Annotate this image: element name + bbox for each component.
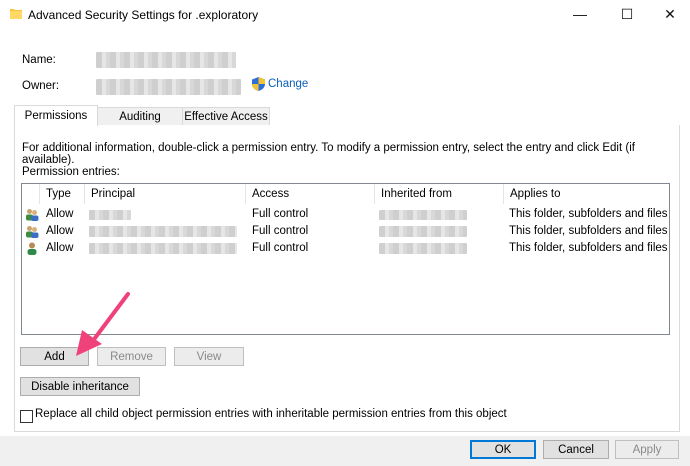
row-type: Allow	[46, 242, 74, 254]
table-row[interactable]: Allow Full control This folder, subfolde…	[22, 223, 669, 240]
inherited-from-redacted	[379, 210, 467, 220]
table-row[interactable]: Allow Full control This folder, subfolde…	[22, 240, 669, 257]
principal-redacted	[89, 210, 131, 220]
info-text: For additional information, double-click…	[22, 142, 635, 166]
title-bar: Advanced Security Settings for .explorat…	[0, 0, 690, 30]
group-users-icon	[26, 226, 39, 238]
row-applies-to: This folder, subfolders and files	[509, 208, 668, 220]
cancel-button[interactable]: Cancel	[543, 440, 609, 459]
column-header-inherited-from[interactable]: Inherited from	[375, 184, 504, 204]
row-applies-to: This folder, subfolders and files	[509, 225, 668, 237]
tab-auditing[interactable]: Auditing	[97, 107, 183, 126]
principal-redacted	[89, 226, 237, 237]
group-users-icon	[26, 209, 39, 221]
column-header-principal[interactable]: Principal	[85, 184, 246, 204]
owner-value-redacted	[96, 79, 241, 95]
disable-inheritance-button[interactable]: Disable inheritance	[20, 377, 140, 396]
principal-redacted	[89, 243, 237, 254]
replace-child-permissions-label: Replace all child object permission entr…	[35, 408, 507, 420]
row-access: Full control	[252, 225, 309, 237]
tab-permissions[interactable]: Permissions	[14, 105, 98, 126]
column-header-icon	[22, 184, 40, 204]
column-header-type[interactable]: Type	[40, 184, 85, 204]
table-row[interactable]: Allow Full control This folder, subfolde…	[22, 206, 669, 223]
user-icon	[27, 242, 37, 255]
row-access: Full control	[252, 208, 309, 220]
change-owner-link[interactable]: Change	[268, 78, 308, 90]
replace-child-permissions-checkbox[interactable]	[20, 410, 33, 423]
uac-shield-icon	[252, 77, 265, 91]
folder-icon	[10, 9, 22, 19]
row-applies-to: This folder, subfolders and files	[509, 242, 668, 254]
name-value-redacted	[96, 52, 236, 68]
row-access: Full control	[252, 242, 309, 254]
ok-button[interactable]: OK	[470, 440, 536, 459]
owner-label: Owner:	[22, 80, 60, 92]
maximize-button[interactable]: ☐	[617, 4, 637, 24]
minimize-button[interactable]: —	[570, 4, 590, 24]
apply-button[interactable]: Apply	[615, 440, 679, 459]
inherited-from-redacted	[379, 226, 467, 237]
row-type: Allow	[46, 225, 74, 237]
tab-effective-access[interactable]: Effective Access	[182, 107, 270, 126]
permission-entries-label: Permission entries:	[22, 166, 120, 178]
column-header-access[interactable]: Access	[246, 184, 375, 204]
window-title: Advanced Security Settings for .explorat…	[28, 8, 259, 22]
annotation-arrow	[76, 292, 130, 356]
column-header-applies-to[interactable]: Applies to	[504, 184, 669, 204]
view-button[interactable]: View	[174, 347, 244, 366]
close-button[interactable]: ✕	[660, 4, 680, 24]
row-type: Allow	[46, 208, 74, 220]
inherited-from-redacted	[379, 243, 467, 254]
name-label: Name:	[22, 54, 56, 66]
